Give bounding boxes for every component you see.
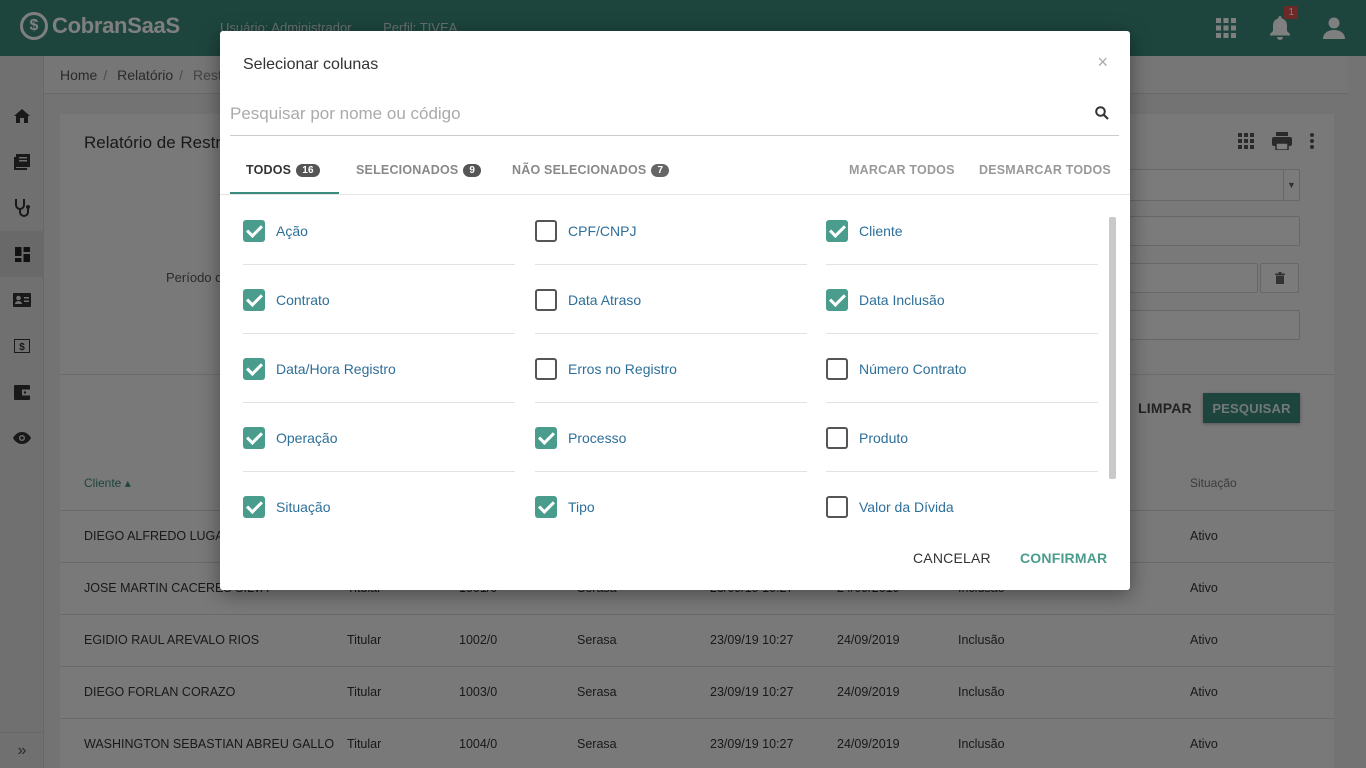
column-option-label[interactable]: Processo — [568, 430, 626, 446]
tab-not-selected-label: NÃO SELECIONADOS — [512, 163, 647, 177]
column-option-label[interactable]: Contrato — [276, 292, 330, 308]
checkbox-checked-icon[interactable] — [826, 289, 848, 311]
column-option-label[interactable]: Tipo — [568, 499, 595, 515]
column-option[interactable]: Processo — [535, 403, 807, 472]
list-scrollbar[interactable] — [1109, 217, 1116, 479]
column-option[interactable]: CPF/CNPJ — [535, 196, 807, 265]
checkbox-checked-icon[interactable] — [243, 289, 265, 311]
close-icon[interactable]: × — [1097, 52, 1108, 73]
column-option-label[interactable]: Produto — [859, 430, 908, 446]
checkbox-checked-icon[interactable] — [535, 496, 557, 518]
column-option[interactable]: Situação — [243, 472, 515, 537]
checkbox-checked-icon[interactable] — [535, 427, 557, 449]
column-option[interactable]: Data Inclusão — [826, 265, 1098, 334]
column-option[interactable]: Número Contrato — [826, 334, 1098, 403]
tab-selected-label: SELECIONADOS — [356, 163, 459, 177]
tab-selected-count: 9 — [463, 164, 482, 177]
checkbox-checked-icon[interactable] — [243, 496, 265, 518]
column-option-label[interactable]: Data Inclusão — [859, 292, 945, 308]
checkbox-checked-icon[interactable] — [826, 220, 848, 242]
checkbox-unchecked-icon[interactable] — [826, 358, 848, 380]
search-icon[interactable] — [1095, 106, 1109, 125]
column-option-label[interactable]: Situação — [276, 499, 330, 515]
column-option[interactable]: Contrato — [243, 265, 515, 334]
search-input[interactable] — [230, 96, 1080, 132]
cancel-button[interactable]: CANCELAR — [913, 550, 991, 566]
checkbox-checked-icon[interactable] — [243, 427, 265, 449]
modal-title: Selecionar colunas — [243, 56, 379, 73]
checkbox-checked-icon[interactable] — [243, 220, 265, 242]
unmark-all-button[interactable]: DESMARCAR TODOS — [979, 163, 1111, 177]
confirm-button[interactable]: CONFIRMAR — [1020, 550, 1107, 566]
tab-not-selected-count: 7 — [651, 164, 670, 177]
checkbox-unchecked-icon[interactable] — [535, 220, 557, 242]
column-option[interactable]: Operação — [243, 403, 515, 472]
checkbox-unchecked-icon[interactable] — [826, 427, 848, 449]
column-option[interactable]: Data Atraso — [535, 265, 807, 334]
column-options-list: Ação CPF/CNPJ Cliente Contrato Data Atraso Da… — [220, 195, 1120, 537]
search-field — [230, 96, 1119, 136]
column-option-label[interactable]: CPF/CNPJ — [568, 223, 636, 239]
column-option[interactable]: Cliente — [826, 196, 1098, 265]
column-option-label[interactable]: Data/Hora Registro — [276, 361, 396, 377]
tab-not-selected[interactable]: NÃO SELECIONADOS 7 — [496, 153, 685, 194]
column-option[interactable]: Data/Hora Registro — [243, 334, 515, 403]
checkbox-unchecked-icon[interactable] — [826, 496, 848, 518]
column-option-label[interactable]: Cliente — [859, 223, 903, 239]
column-option-label[interactable]: Erros no Registro — [568, 361, 677, 377]
column-option[interactable]: Erros no Registro — [535, 334, 807, 403]
checkbox-unchecked-icon[interactable] — [535, 358, 557, 380]
column-option-label[interactable]: Valor da Dívida — [859, 499, 954, 515]
column-option-label[interactable]: Ação — [276, 223, 308, 239]
column-option[interactable]: Produto — [826, 403, 1098, 472]
tabs: TODOS 16 SELECIONADOS 9 NÃO SELECIONADOS 7 … — [230, 153, 1119, 195]
column-option-label[interactable]: Data Atraso — [568, 292, 641, 308]
column-option[interactable]: Ação — [243, 196, 515, 265]
tab-all[interactable]: TODOS 16 — [230, 153, 339, 194]
tab-all-count: 16 — [296, 164, 320, 177]
checkbox-checked-icon[interactable] — [243, 358, 265, 380]
column-option[interactable]: Tipo — [535, 472, 807, 537]
tab-all-label: TODOS — [246, 163, 292, 177]
column-option-label[interactable]: Número Contrato — [859, 361, 966, 377]
mark-all-button[interactable]: MARCAR TODOS — [849, 163, 955, 177]
column-option[interactable]: Valor da Dívida — [826, 472, 1098, 537]
checkbox-unchecked-icon[interactable] — [535, 289, 557, 311]
select-columns-modal: Selecionar colunas × TODOS 16 SELECIONADO… — [220, 31, 1130, 590]
column-option-label[interactable]: Operação — [276, 430, 337, 446]
tab-selected[interactable]: SELECIONADOS 9 — [340, 153, 497, 194]
